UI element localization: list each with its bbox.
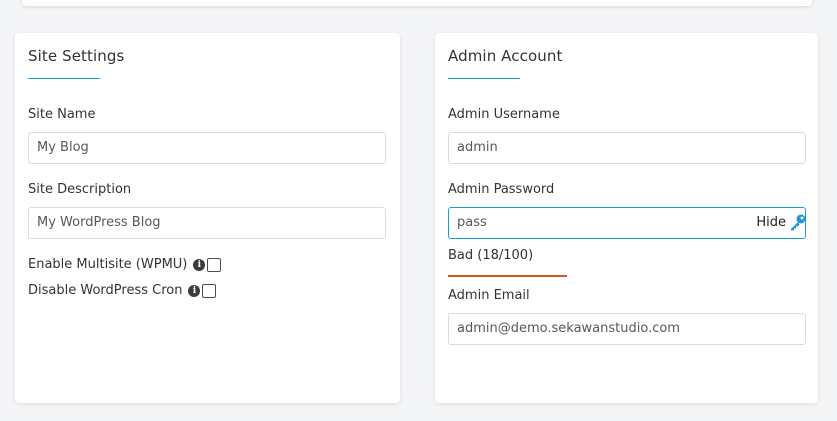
password-strength-bar (448, 275, 567, 277)
admin-email-label: Admin Email (448, 288, 530, 303)
site-description-label: Site Description (28, 182, 132, 197)
previous-panel (22, 0, 812, 6)
cron-label: Disable WordPress Cron (28, 283, 183, 298)
multisite-label: Enable Multisite (WPMU) (28, 257, 188, 272)
title-underline (28, 78, 100, 79)
info-icon[interactable]: i (188, 284, 201, 297)
site-settings-title: Site Settings (28, 47, 125, 65)
admin-username-label: Admin Username (448, 107, 560, 122)
admin-password-label: Admin Password (448, 182, 555, 197)
admin-username-input[interactable]: admin (448, 132, 806, 164)
key-icon[interactable] (789, 213, 807, 231)
cron-checkbox[interactable] (202, 283, 217, 298)
admin-email-input[interactable]: admin@demo.sekawanstudio.com (448, 313, 806, 345)
cron-row: Disable WordPress Cron i (28, 283, 217, 298)
multisite-checkbox[interactable] (207, 257, 222, 272)
hide-password-button[interactable]: Hide (754, 208, 786, 238)
site-name-input[interactable]: My Blog (28, 132, 386, 164)
password-value: pass (457, 215, 487, 230)
admin-account-card: Admin Account Admin Username admin Admin… (435, 33, 818, 403)
admin-password-input[interactable]: pass Hide (448, 207, 806, 239)
site-settings-card: Site Settings Site Name My Blog Site Des… (15, 33, 400, 403)
admin-account-title: Admin Account (448, 47, 563, 65)
info-icon[interactable]: i (193, 258, 206, 271)
site-name-label: Site Name (28, 107, 96, 122)
multisite-row: Enable Multisite (WPMU) i (28, 257, 222, 272)
title-underline (448, 78, 520, 79)
site-description-input[interactable]: My WordPress Blog (28, 207, 386, 239)
password-strength-text: Bad (18/100) (448, 248, 534, 263)
